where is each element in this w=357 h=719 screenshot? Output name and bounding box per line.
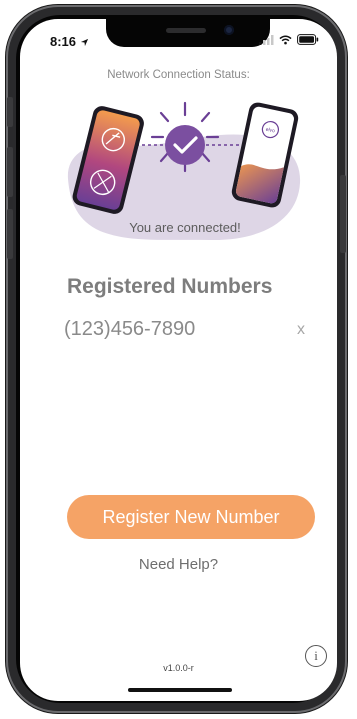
status-time: 8:16 xyxy=(50,34,89,49)
location-arrow-icon xyxy=(80,38,88,47)
status-icons xyxy=(259,34,319,45)
volume-down-button xyxy=(7,209,13,259)
info-button[interactable]: i xyxy=(305,645,327,667)
notch xyxy=(106,19,270,47)
network-status-title: Network Connection Status: xyxy=(107,69,250,81)
volume-up-button xyxy=(7,147,13,197)
register-new-number-button[interactable]: Register New Number xyxy=(67,495,315,539)
need-help-link[interactable]: Need Help? xyxy=(20,556,337,573)
connection-illustration: elvo You are connected! xyxy=(67,101,301,241)
signal-icon xyxy=(259,34,274,45)
speaker-grille xyxy=(166,28,206,33)
registered-numbers-title: Registered Numbers xyxy=(67,275,273,298)
check-circle-icon xyxy=(165,125,205,165)
power-button xyxy=(340,175,346,253)
battery-icon xyxy=(297,34,319,45)
version-label: v1.0.0-r xyxy=(163,663,194,673)
front-camera xyxy=(224,25,234,35)
remove-number-button[interactable]: x xyxy=(297,321,305,339)
mute-switch xyxy=(7,97,13,127)
wifi-icon xyxy=(279,35,292,44)
connected-status-text: You are connected! xyxy=(129,220,241,235)
home-indicator[interactable] xyxy=(128,688,232,692)
app-screen: 8:16 Network Connection Status: elvo You… xyxy=(20,19,337,701)
info-icon: i xyxy=(314,648,318,663)
registered-number: (123)456-7890 xyxy=(64,318,196,340)
